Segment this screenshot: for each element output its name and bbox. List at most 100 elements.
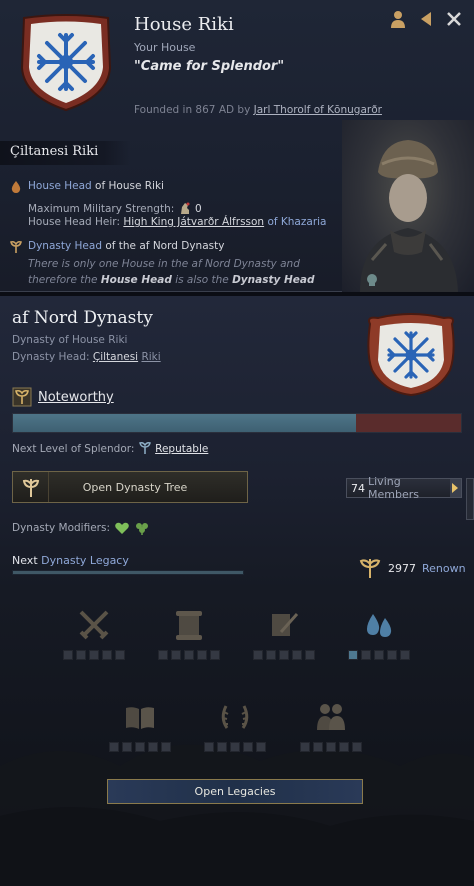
book-icon[interactable] — [120, 696, 160, 738]
dynasty-subtitle: Dynasty of House Riki — [12, 334, 128, 346]
dynasty-crest-icon[interactable] — [366, 312, 456, 396]
splendor-progress-fill — [13, 414, 356, 432]
dynasty-title: af Nord Dynasty — [12, 308, 153, 328]
dynasty-head-icon — [10, 240, 22, 253]
legacy-progress-bar — [12, 570, 244, 575]
legacy-pip — [89, 650, 99, 660]
back-arrow-icon[interactable] — [416, 8, 436, 30]
legacy-track-blood[interactable] — [344, 604, 414, 660]
family-icon[interactable] — [311, 696, 351, 738]
renown-label: Renown — [422, 561, 466, 575]
renown-value: 2977 — [388, 561, 416, 575]
close-icon[interactable] — [444, 8, 464, 30]
dynasty-head-label-2: Dynasty Head: — [12, 351, 90, 363]
legacy-pip — [184, 650, 194, 660]
legacy-track-law[interactable] — [154, 604, 224, 660]
house-head-rest: of House Riki — [95, 180, 164, 192]
legacy-pip — [197, 650, 207, 660]
knight-icon — [180, 202, 190, 214]
legacy-track-guile[interactable] — [249, 604, 319, 660]
legacy-pip — [292, 650, 302, 660]
dynasty-head-link[interactable]: Çiltanesi — [93, 351, 138, 363]
top-toolbar — [388, 8, 464, 30]
house-title: House Riki — [134, 14, 234, 35]
living-members-label: Living Members — [368, 475, 419, 501]
house-heir-suffix[interactable]: of Khazaria — [267, 216, 326, 228]
clover-modifier-icon[interactable] — [134, 521, 150, 535]
legacy-pip — [339, 742, 349, 752]
open-dynasty-tree-button[interactable]: Open Dynasty Tree — [12, 471, 248, 503]
legacy-pip — [204, 742, 214, 752]
legacy-pip — [400, 650, 410, 660]
founded-line: Founded in 867 AD by Jarl Thorolf of Kōn… — [134, 104, 382, 116]
legacy-track-kin[interactable] — [296, 696, 366, 752]
legacy-pip — [300, 742, 310, 752]
next-level-label: Next Level of Splendor: — [12, 443, 135, 455]
renown-display[interactable]: 2977 Renown — [358, 557, 466, 579]
laurel-icon[interactable] — [215, 696, 255, 738]
house-holder-name[interactable]: Çiltanesi Riki — [10, 144, 98, 159]
legacy-pip — [256, 742, 266, 752]
open-legacies-button[interactable]: Open Legacies — [107, 779, 363, 804]
legacy-pip — [313, 742, 323, 752]
legacy-track-glory[interactable] — [200, 696, 270, 752]
legacy-pip — [135, 742, 145, 752]
legacy-pips — [59, 650, 129, 660]
house-subtitle: Your House — [134, 41, 196, 54]
legacy-pips — [249, 650, 319, 660]
side-tab[interactable] — [466, 478, 474, 520]
house-heir-link[interactable]: High King Játvarðr Álfrsson — [123, 216, 264, 228]
legacy-pips — [105, 742, 175, 752]
house-head-label: House Head — [28, 180, 92, 192]
legacy-track-learning[interactable] — [105, 696, 175, 752]
crossed-swords-icon[interactable] — [74, 604, 114, 646]
character-portrait[interactable] — [342, 120, 474, 292]
renown-tree-icon — [359, 559, 381, 578]
scroll-icon[interactable] — [169, 604, 209, 646]
military-strength-value: 0 — [194, 203, 202, 215]
legacy-pip — [243, 742, 253, 752]
heart-modifier-icon[interactable] — [114, 521, 130, 535]
legacy-label-text: Dynasty Legacy — [41, 554, 129, 567]
reputable-icon — [138, 442, 151, 454]
quill-icon[interactable] — [264, 604, 304, 646]
legacy-pip — [279, 650, 289, 660]
legacy-pip — [305, 650, 315, 660]
portrait-figure — [360, 140, 458, 292]
legacy-pips — [296, 742, 366, 752]
house-crest-icon[interactable] — [16, 12, 116, 112]
dynasty-head-row: Dynasty Head: Çiltanesi Riki — [12, 351, 161, 363]
legacy-pip — [122, 742, 132, 752]
legacy-pips — [200, 742, 270, 752]
legacy-pip — [361, 650, 371, 660]
house-head-line: House Head of House Riki — [28, 180, 164, 192]
legacy-pip — [148, 742, 158, 752]
legacy-pip — [76, 650, 86, 660]
chevron-right-icon — [449, 479, 461, 497]
legacy-pip — [210, 650, 220, 660]
living-members-button[interactable]: 74 Living Members — [346, 475, 462, 501]
house-note-line2: therefore the House Head is also the Dyn… — [28, 274, 314, 286]
splendor-progress-bar — [12, 413, 462, 433]
legacy-pip — [115, 650, 125, 660]
open-dynasty-tree-label: Open Dynasty Tree — [82, 480, 188, 494]
blood-drops-icon[interactable] — [359, 604, 399, 646]
founder-link[interactable]: Jarl Thorolf of Kōnugarðr — [254, 104, 382, 116]
dynasty-modifiers-row: Dynasty Modifiers: — [12, 521, 150, 535]
legacy-pips — [154, 650, 224, 660]
legacy-pip — [326, 742, 336, 752]
legacy-pip — [102, 650, 112, 660]
house-note-line1: There is only one House in the af Nord D… — [28, 258, 300, 270]
legacy-pip — [63, 650, 73, 660]
next-level-line: Next Level of Splendor: Reputable — [12, 441, 208, 455]
legacy-pip — [374, 650, 384, 660]
splendor-level-link[interactable]: Noteworthy — [38, 390, 114, 405]
legacy-track-war[interactable] — [59, 604, 129, 660]
legacy-pip — [158, 650, 168, 660]
character-icon[interactable] — [388, 8, 408, 30]
next-level-link[interactable]: Reputable — [155, 443, 208, 455]
tree-icon — [13, 472, 49, 502]
dynasty-head-label: Dynasty Head — [28, 240, 102, 252]
dynasty-head-link-2[interactable]: Riki — [141, 351, 160, 363]
dynasty-head-rest: of the af Nord Dynasty — [105, 240, 225, 252]
